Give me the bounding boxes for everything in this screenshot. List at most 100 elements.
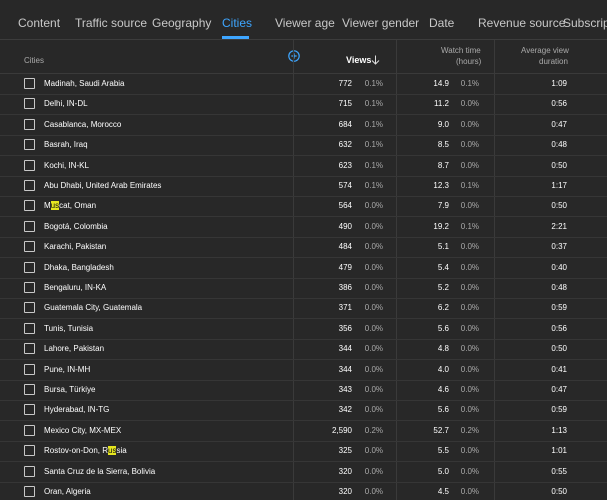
city-name-part: Rostov-on-Don, R [44, 446, 109, 456]
city-name: Guatemala City, Guatemala [44, 303, 143, 313]
table-row[interactable]: Casablanca, Morocco 684 0.1% 9.0 0.0% 0:… [0, 116, 607, 136]
city-name: Basrah, Iraq [44, 140, 88, 150]
row-checkbox[interactable] [24, 159, 35, 171]
header-avg-duration[interactable]: Average view [521, 46, 569, 55]
watch-time-percent: 0.0% [460, 364, 479, 374]
table-row[interactable]: Madinah, Saudi Arabia 772 0.1% 14.9 0.1%… [0, 75, 607, 95]
views-value: 490 [338, 221, 352, 231]
views-percent: 0.0% [364, 344, 383, 354]
table-row[interactable]: Bogotá, Colombia 490 0.0% 19.2 0.1% 2:21 [0, 218, 607, 238]
watch-time-value: 4.5 [437, 487, 449, 496]
watch-time-value: 14.9 [433, 79, 449, 88]
table-row[interactable]: Basrah, Iraq 632 0.1% 8.5 0.0% 0:48 [0, 136, 607, 157]
city-name: Tunis, Tunisia [44, 323, 94, 333]
views-value: 356 [338, 323, 352, 333]
row-checkbox[interactable] [24, 302, 35, 314]
sort-descending-icon[interactable] [371, 55, 380, 65]
city-name: Kochi, IN-KL [44, 160, 89, 170]
header-views[interactable]: Views [346, 55, 371, 65]
watch-time-value: 7.9 [437, 201, 449, 211]
table-row[interactable]: Santa Cruz de la Sierra, Bolivia 320 0.0… [0, 463, 607, 483]
avg-duration-value: 1:17 [551, 181, 567, 190]
row-checkbox[interactable] [24, 384, 35, 395]
tab-geography[interactable]: Geography [152, 0, 211, 39]
tab-revenue-source[interactable]: Revenue source [478, 0, 565, 39]
row-checkbox[interactable] [24, 98, 35, 110]
watch-time-value: 8.5 [437, 140, 449, 150]
table-row[interactable]: Dhaka, Bangladesh 479 0.0% 5.4 0.0% 0:40 [0, 259, 607, 279]
city-name: Pune, IN-MH [44, 364, 91, 374]
city-name-part: M [44, 201, 51, 211]
views-percent: 0.1% [364, 119, 383, 129]
city-name: Mexico City, MX-MEX [44, 425, 122, 435]
tab-cities[interactable]: Cities [222, 0, 252, 39]
table-row[interactable]: Guatemala City, Guatemala 371 0.0% 6.2 0… [0, 299, 607, 320]
watch-time-percent: 0.0% [460, 446, 479, 456]
views-value: 715 [338, 99, 352, 109]
row-checkbox[interactable] [24, 200, 35, 212]
row-checkbox[interactable] [24, 465, 35, 477]
header-watch-time[interactable]: Watch time [441, 46, 481, 55]
table-row[interactable]: Muscat, Oman 564 0.0% 7.9 0.0% 0:50 [0, 197, 607, 218]
table-row[interactable]: Abu Dhabi, United Arab Emirates 574 0.1%… [0, 177, 607, 197]
avg-duration-value: 0:50 [551, 160, 567, 170]
watch-time-percent: 0.0% [460, 466, 479, 476]
row-checkbox[interactable] [24, 241, 35, 253]
views-value: 320 [338, 466, 352, 476]
active-tab-indicator [222, 36, 249, 39]
views-percent: 0.0% [364, 303, 383, 313]
row-checkbox[interactable] [24, 322, 35, 334]
row-checkbox[interactable] [24, 78, 35, 89]
row-checkbox[interactable] [24, 404, 35, 416]
tab-viewer-age[interactable]: Viewer age [275, 0, 335, 39]
table-row[interactable]: Delhi, IN-DL 715 0.1% 11.2 0.0% 0:56 [0, 95, 607, 116]
row-checkbox[interactable] [24, 118, 35, 130]
table-row[interactable]: Lahore, Pakistan 344 0.0% 4.8 0.0% 0:50 [0, 340, 607, 361]
tab-subscription[interactable]: Subscriptio [563, 0, 607, 39]
row-checkbox[interactable] [24, 261, 35, 273]
table-row[interactable]: Pune, IN-MH 344 0.0% 4.0 0.0% 0:41 [0, 361, 607, 381]
table-row[interactable]: Mexico City, MX-MEX 2,590 0.2% 52.7 0.2%… [0, 422, 607, 442]
row-checkbox[interactable] [24, 343, 35, 355]
watch-time-value: 52.7 [433, 425, 449, 435]
tab-date[interactable]: Date [429, 0, 454, 39]
row-checkbox[interactable] [24, 282, 35, 293]
header-cities[interactable]: Cities [24, 56, 44, 65]
table-row[interactable]: Oran, Algeria 320 0.0% 4.5 0.0% 0:50 [0, 483, 607, 500]
row-checkbox[interactable] [24, 180, 35, 191]
row-checkbox[interactable] [24, 424, 35, 436]
views-percent: 0.0% [364, 262, 383, 272]
tab-bar: Content Traffic source Geography Cities … [0, 0, 607, 40]
table-row[interactable]: Kochi, IN-KL 623 0.1% 8.7 0.0% 0:50 [0, 157, 607, 177]
row-checkbox[interactable] [24, 363, 35, 375]
row-checkbox[interactable] [24, 220, 35, 232]
search-highlight: us [50, 201, 60, 211]
row-checkbox[interactable] [24, 139, 35, 151]
table-row[interactable]: Rostov-on-Don, Russia 325 0.0% 5.5 0.0% … [0, 442, 607, 463]
table-row[interactable]: Bursa, Türkiye 343 0.0% 4.6 0.0% 0:47 [0, 381, 607, 401]
table-row[interactable]: Karachi, Pakistan 484 0.0% 5.1 0.0% 0:37 [0, 238, 607, 259]
city-name: Muscat, Oman [44, 201, 96, 211]
table-row[interactable]: Hyderabad, IN-TG 342 0.0% 5.6 0.0% 0:59 [0, 401, 607, 422]
row-checkbox[interactable] [24, 486, 35, 497]
row-checkbox[interactable] [24, 445, 35, 457]
city-name: Bogotá, Colombia [44, 221, 108, 231]
tab-content[interactable]: Content [18, 0, 60, 39]
watch-time-percent: 0.0% [460, 119, 479, 129]
city-name: Bengaluru, IN-KA [44, 283, 107, 292]
city-name: Rostov-on-Don, Russia [44, 446, 127, 456]
avg-duration-value: 0:41 [551, 364, 567, 374]
watch-time-value: 4.8 [437, 344, 449, 354]
tab-traffic-source[interactable]: Traffic source [75, 0, 147, 39]
watch-time-percent: 0.1% [460, 181, 479, 190]
watch-time-percent: 0.0% [460, 405, 479, 415]
table-row[interactable]: Bengaluru, IN-KA 386 0.0% 5.2 0.0% 0:48 [0, 279, 607, 299]
add-column-icon[interactable] [288, 50, 300, 62]
tab-viewer-gender[interactable]: Viewer gender [342, 0, 419, 39]
views-value: 320 [338, 487, 352, 496]
table-row[interactable]: Tunis, Tunisia 356 0.0% 5.6 0.0% 0:56 [0, 320, 607, 340]
avg-duration-value: 0:56 [551, 323, 567, 333]
views-value: 344 [338, 364, 352, 374]
city-name: Dhaka, Bangladesh [44, 262, 114, 272]
watch-time-value: 4.0 [437, 364, 449, 374]
